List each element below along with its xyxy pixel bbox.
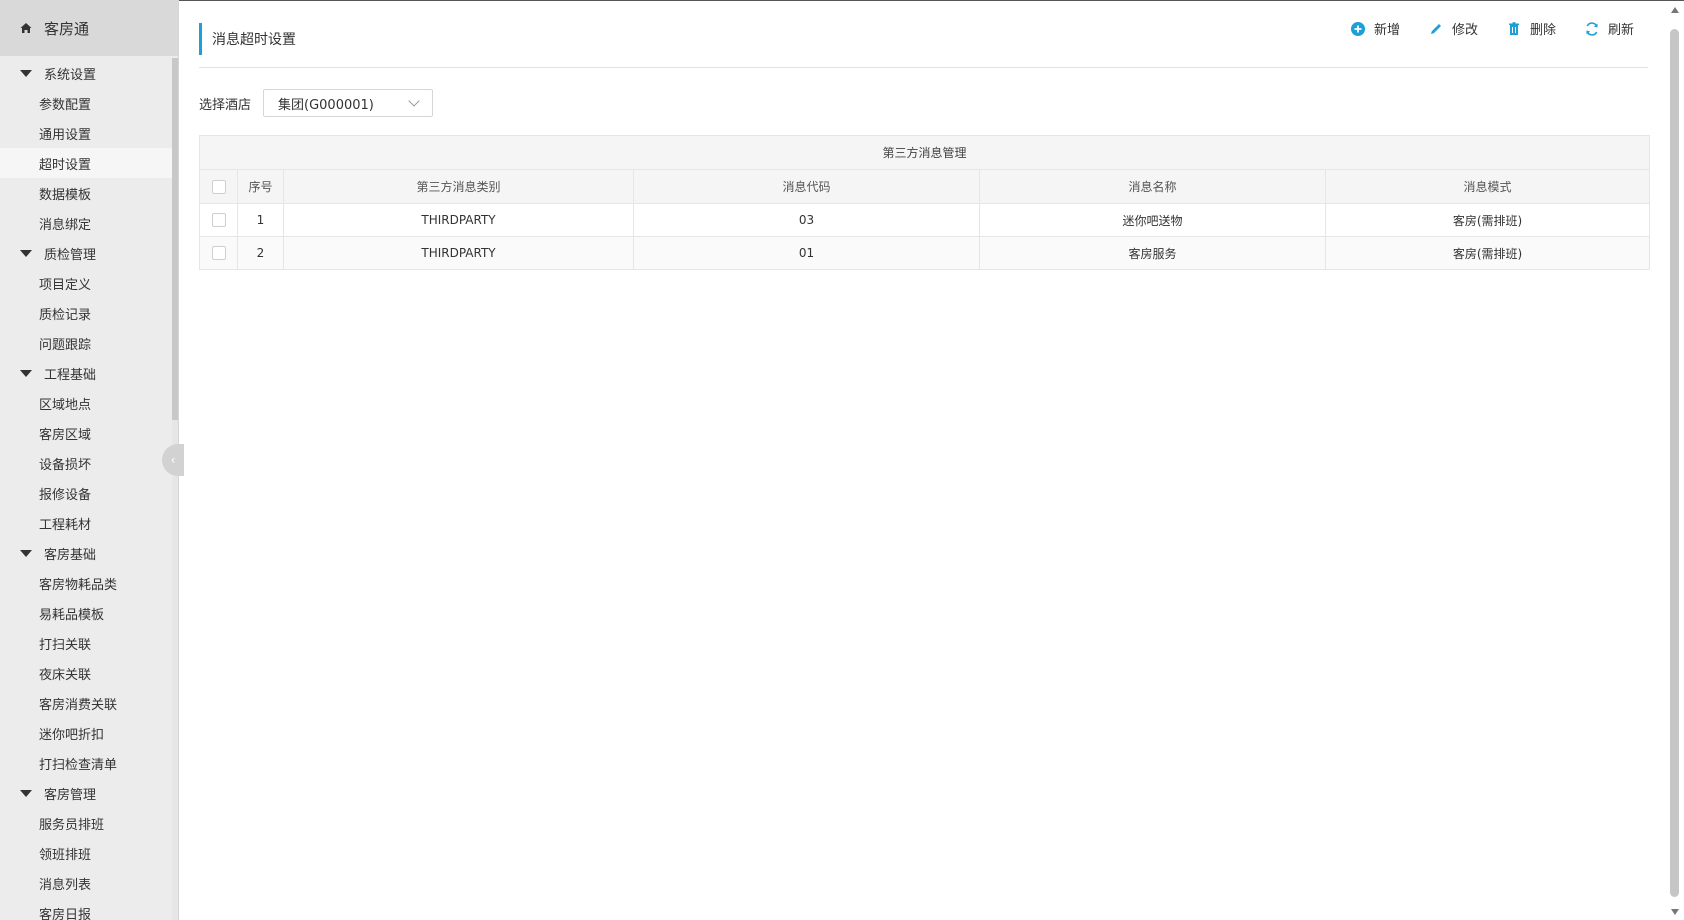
column-header[interactable]: 第三方消息类别 — [283, 169, 634, 204]
sidebar-item-params[interactable]: 参数配置 — [0, 88, 172, 118]
refresh-icon — [1586, 21, 1598, 36]
table-caption: 第三方消息管理 — [198, 135, 1651, 170]
sidebar-group-system[interactable]: 系统设置 — [0, 58, 172, 88]
table-cell: THIRDPARTY — [283, 203, 634, 237]
sidebar-item-repair-device[interactable]: 报修设备 — [0, 478, 172, 508]
main-scrollbar-thumb[interactable] — [1670, 29, 1679, 897]
table-cell: 2 — [237, 236, 284, 270]
sidebar-item-consumable-template[interactable]: 易耗品模板 — [0, 598, 172, 628]
caret-down-icon — [20, 249, 32, 257]
sidebar-item-room-area[interactable]: 客房区域 — [0, 418, 172, 448]
sidebar-group-engineering[interactable]: 工程基础 — [0, 358, 172, 388]
sidebar-item-supervisor-schedule[interactable]: 领班排班 — [0, 838, 172, 868]
chevron-left-icon: ‹ — [170, 453, 176, 467]
sidebar-group-room-basic[interactable]: 客房基础 — [0, 538, 172, 568]
sidebar-item-project-def[interactable]: 项目定义 — [0, 268, 172, 298]
table-header-row: 序号 第三方消息类别 消息代码 消息名称 消息模式 — [199, 169, 1651, 204]
table-cell: 客房服务 — [979, 236, 1326, 270]
add-button-label: 新增 — [1373, 23, 1400, 38]
sidebar-item-issue-tracking[interactable]: 问题跟踪 — [0, 328, 172, 358]
pencil-icon — [1430, 23, 1441, 34]
row-checkbox[interactable] — [211, 213, 226, 228]
sidebar: 客房通 系统设置 参数配置 通用设置 超时设置 数据模板 消息绑定 质检管理 项… — [0, 0, 184, 920]
table-caption-row: 第三方消息管理 — [198, 135, 1651, 170]
edit-button[interactable]: 修改 — [1428, 19, 1478, 38]
hotel-select-value: 集团(G000001) — [278, 97, 374, 113]
caret-down-icon — [20, 789, 32, 797]
sidebar-item-message-list[interactable]: 消息列表 — [0, 868, 172, 898]
sidebar-item-cleaning-link[interactable]: 打扫关联 — [0, 628, 172, 658]
table-cell: THIRDPARTY — [283, 236, 634, 270]
table-cell: 01 — [633, 236, 980, 270]
sidebar-item-data-template[interactable]: 数据模板 — [0, 178, 172, 208]
row-checkbox[interactable] — [211, 246, 226, 261]
row-select-cell — [199, 203, 238, 237]
sidebar-group-qc[interactable]: 质检管理 — [0, 238, 172, 268]
home-icon — [20, 22, 32, 34]
toolbar: 新增 修改 删除 刷新 — [1350, 19, 1634, 38]
sidebar-item-room-supplies[interactable]: 客房物耗品类 — [0, 568, 172, 598]
sidebar-scrollbar-thumb[interactable] — [172, 58, 178, 420]
table-cell: 客房(需排班) — [1324, 236, 1651, 270]
trash-icon — [1508, 21, 1519, 35]
table-cell: 1 — [237, 203, 284, 237]
scroll-down-icon[interactable] — [1671, 909, 1679, 915]
chevron-down-icon — [408, 95, 420, 107]
sidebar-item-qc-records[interactable]: 质检记录 — [0, 298, 172, 328]
row-select-cell — [199, 236, 238, 270]
sidebar-item-general[interactable]: 通用设置 — [0, 118, 172, 148]
sidebar-item-cleaning-checklist[interactable]: 打扫检查清单 — [0, 748, 172, 778]
sidebar-item-attendant-schedule[interactable]: 服务员排班 — [0, 808, 172, 838]
table-cell: 03 — [633, 203, 980, 237]
delete-button-label: 删除 — [1529, 23, 1556, 38]
sidebar-item-area-location[interactable]: 区域地点 — [0, 388, 172, 418]
table-cell: 客房(需排班) — [1324, 203, 1651, 237]
plus-circle-icon — [1350, 21, 1365, 36]
app-title: 客房通 — [44, 19, 90, 38]
sidebar-item-minibar-discount[interactable]: 迷你吧折扣 — [0, 718, 172, 748]
main-content: 消息超时设置 新增 修改 删除 刷新 选择酒店 集团(G000001) 第三方消… — [179, 0, 1684, 920]
hotel-select[interactable]: 集团(G000001) — [263, 89, 434, 117]
sidebar-item-room-daily-report[interactable]: 客房日报 — [0, 898, 172, 920]
hotel-filter: 选择酒店 集团(G000001) — [199, 89, 434, 117]
column-header[interactable]: 消息模式 — [1324, 169, 1651, 204]
sidebar-scrollbar[interactable] — [172, 58, 178, 920]
select-all-cell — [199, 169, 238, 204]
refresh-button-label: 刷新 — [1607, 23, 1634, 38]
delete-button[interactable]: 删除 — [1506, 19, 1556, 38]
sidebar-item-message-binding[interactable]: 消息绑定 — [0, 208, 172, 238]
column-header[interactable]: 消息代码 — [633, 169, 980, 204]
select-all-checkbox[interactable] — [211, 179, 226, 194]
sidebar-group-room-mgmt[interactable]: 客房管理 — [0, 778, 172, 808]
sidebar-item-room-consumption-link[interactable]: 客房消费关联 — [0, 688, 172, 718]
table-cell: 迷你吧送物 — [979, 203, 1326, 237]
caret-down-icon — [20, 69, 32, 77]
table-row[interactable]: 2 THIRDPARTY 01 客房服务 客房(需排班) — [199, 236, 1651, 270]
app-brand[interactable]: 客房通 — [0, 0, 178, 56]
column-header[interactable]: 序号 — [237, 169, 284, 204]
sidebar-item-timeout[interactable]: 超时设置 — [0, 148, 172, 178]
caret-down-icon — [20, 369, 32, 377]
sidebar-item-eng-materials[interactable]: 工程耗材 — [0, 508, 172, 538]
refresh-button[interactable]: 刷新 — [1584, 19, 1634, 38]
sidebar-item-turndown-link[interactable]: 夜床关联 — [0, 658, 172, 688]
hotel-filter-label: 选择酒店 — [199, 97, 252, 113]
message-table: 第三方消息管理 序号 第三方消息类别 消息代码 消息名称 消息模式 1 THIR… — [198, 135, 1651, 270]
column-header[interactable]: 消息名称 — [979, 169, 1326, 204]
main-scrollbar[interactable] — [1666, 1, 1684, 920]
edit-button-label: 修改 — [1451, 23, 1478, 38]
sidebar-item-device-damage[interactable]: 设备损坏 — [0, 448, 172, 478]
sidebar-menu: 系统设置 参数配置 通用设置 超时设置 数据模板 消息绑定 质检管理 项目定义 … — [0, 58, 172, 920]
table-row[interactable]: 1 THIRDPARTY 03 迷你吧送物 客房(需排班) — [199, 203, 1651, 237]
header-divider — [199, 67, 1648, 68]
add-button[interactable]: 新增 — [1350, 19, 1400, 38]
scroll-up-icon[interactable] — [1671, 7, 1679, 13]
page-title: 消息超时设置 — [199, 23, 296, 55]
caret-down-icon — [20, 549, 32, 557]
